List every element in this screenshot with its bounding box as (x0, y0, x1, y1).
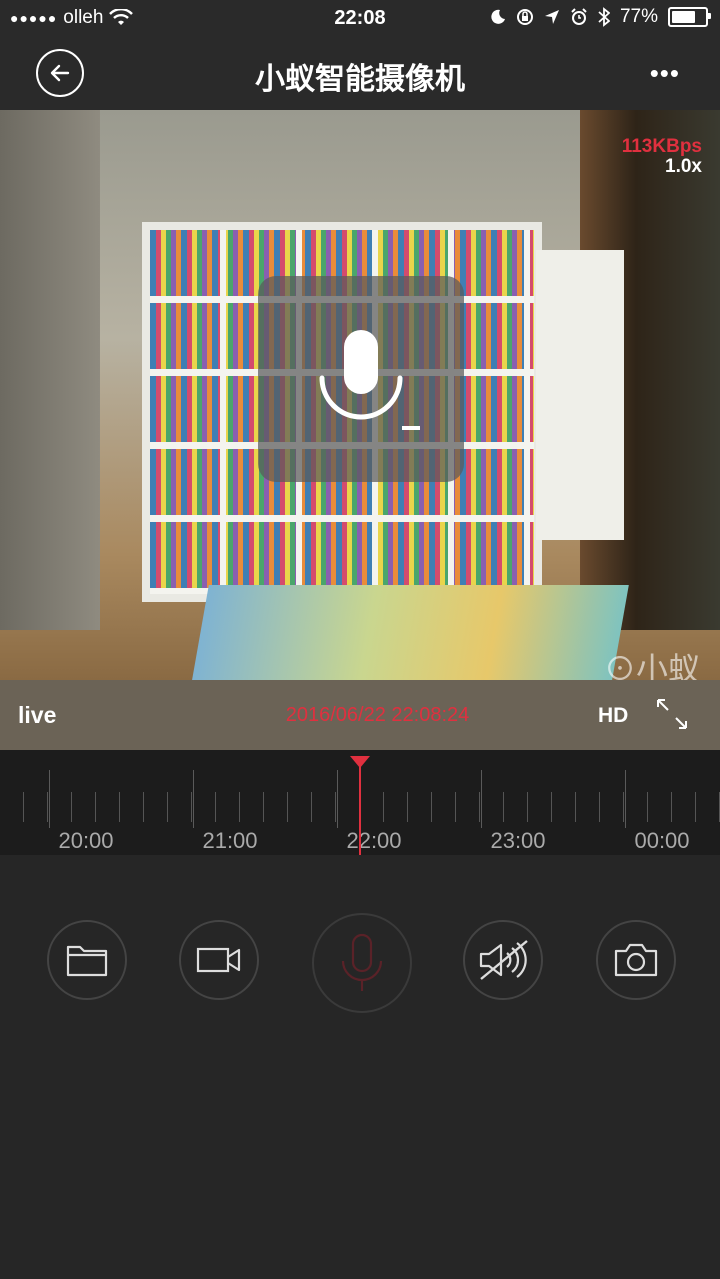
battery-percent: 77% (619, 6, 658, 27)
sound-toggle-button[interactable] (463, 920, 543, 1000)
location-pin-icon: ⊙ (603, 651, 636, 680)
watermark-text: 小蚁 (635, 651, 700, 680)
battery-icon (668, 7, 711, 27)
quality-toggle-button[interactable]: HD (598, 704, 628, 728)
bluetooth-icon (598, 7, 610, 27)
video-scene-floor-mat (191, 585, 629, 680)
camera-icon (614, 943, 658, 977)
video-scene-air-conditioner (536, 250, 624, 540)
orientation-lock-icon (516, 9, 533, 25)
more-options-button[interactable]: ••• (650, 58, 680, 89)
timeline-label-4: 00:00 (634, 828, 690, 853)
voice-recording-overlay (258, 276, 464, 482)
timeline-label-3: 23:00 (490, 828, 546, 853)
folder-icon (66, 945, 108, 977)
timeline-label-1: 21:00 (202, 828, 258, 853)
microphone-icon (341, 933, 383, 991)
bitrate-readout: 113KBps (621, 136, 702, 157)
video-scene-left-wall (0, 110, 100, 630)
timeline-label-2: 22:00 (346, 828, 402, 853)
video-info-bar: live 2016/06/22 22:08:24 HD (0, 680, 720, 750)
playback-timeline[interactable]: 20:00 21:00 22:00 23:00 00:00 (0, 750, 720, 855)
nav-bar: 小蚁智能摄像机 ••• (0, 36, 720, 110)
fullscreen-expand-icon (657, 699, 687, 729)
control-panel (0, 855, 720, 1279)
page-title: 小蚁智能摄像机 (255, 63, 465, 96)
live-video-feed[interactable]: 113KBps 1.0x ⊙小蚁 (0, 110, 720, 680)
location-icon (544, 10, 559, 24)
timeline-label-0: 20:00 (58, 828, 114, 853)
talk-button[interactable] (312, 913, 412, 1013)
video-camera-icon (196, 947, 241, 973)
fullscreen-button[interactable] (652, 694, 692, 734)
snapshot-button[interactable] (596, 920, 676, 1000)
moon-icon (491, 9, 505, 24)
album-button[interactable] (47, 920, 127, 1000)
playhead-line[interactable] (359, 760, 361, 855)
status-right: 77% (490, 6, 711, 28)
battery-level-fill (672, 11, 695, 23)
alarm-icon (571, 8, 587, 25)
status-bar: ●●●●● olleh 22:08 77% (0, 0, 720, 36)
record-video-button[interactable] (179, 920, 259, 1000)
microphone-overlay-icon (319, 330, 420, 430)
zoom-readout: 1.0x (665, 156, 702, 177)
speaker-muted-icon (479, 940, 528, 980)
brand-watermark: ⊙小蚁 (604, 644, 700, 680)
